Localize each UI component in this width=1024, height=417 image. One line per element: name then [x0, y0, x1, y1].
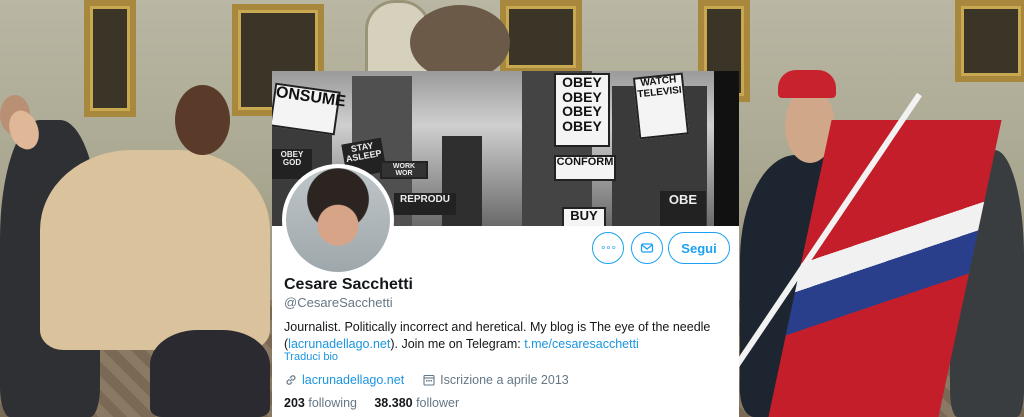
profile-meta: lacrunadellago.net Iscrizione a aprile 2…: [284, 373, 569, 387]
link-icon: [286, 375, 296, 385]
envelope-icon: [640, 243, 654, 253]
followers-label: follower: [416, 396, 460, 410]
profile-bio: Journalist. Politically incorrect and he…: [284, 319, 729, 353]
banner-dark-edge: [714, 71, 739, 226]
person-beige-hoodie: [40, 150, 270, 350]
profile-stats: 203 following 38.380 follower: [284, 396, 459, 410]
followers-count: 38.380: [374, 396, 413, 410]
calendar-icon: [423, 374, 435, 386]
following-stat[interactable]: 203 following: [284, 396, 357, 410]
website-link[interactable]: lacrunadellago.net: [302, 373, 404, 387]
person-jeans: [150, 330, 270, 417]
bio-link-telegram[interactable]: t.me/cesaresacchetti: [524, 337, 639, 351]
more-icon: ∘∘∘: [600, 242, 617, 254]
banner-sign-reproduce: REPRODU: [394, 193, 456, 215]
message-button[interactable]: [631, 232, 663, 264]
banner-sign-obey-2: OBE: [660, 191, 706, 226]
followers-stat[interactable]: 38.380 follower: [374, 396, 459, 410]
banner-sign-buy: BUY: [562, 207, 606, 226]
fur-hat: [410, 5, 510, 80]
painting-frame: [500, 0, 582, 74]
translate-bio-link[interactable]: Traduci bio: [284, 351, 338, 363]
following-label: following: [308, 396, 357, 410]
more-button[interactable]: ∘∘∘: [592, 232, 624, 264]
profile-card: ONSUME OBEY OBEY OBEY OBEY WATCH TELEVIS…: [272, 71, 739, 417]
following-count: 203: [284, 396, 305, 410]
red-cap: [778, 70, 836, 98]
follow-button[interactable]: Segui: [668, 232, 730, 264]
bio-text-mid: ). Join me on Telegram:: [390, 337, 525, 351]
person-head: [175, 85, 230, 155]
profile-name: Cesare Sacchetti: [284, 276, 413, 293]
profile-handle: @CesareSacchetti: [284, 295, 393, 310]
banner-sign-conform: CONFORM: [554, 155, 616, 181]
avatar[interactable]: [282, 164, 394, 276]
joined-date: Iscrizione a aprile 2013: [440, 373, 569, 387]
painting-frame: [84, 0, 136, 117]
painting-frame: [955, 0, 1024, 82]
bio-link-blog[interactable]: lacrunadellago.net: [288, 337, 390, 351]
banner-sign-obey: OBEY OBEY OBEY OBEY: [554, 73, 610, 147]
avatar-photo: [286, 168, 390, 272]
banner-sign-consume: ONSUME: [272, 82, 347, 136]
banner-sign-watch-television: WATCH TELEVISI: [632, 72, 690, 140]
